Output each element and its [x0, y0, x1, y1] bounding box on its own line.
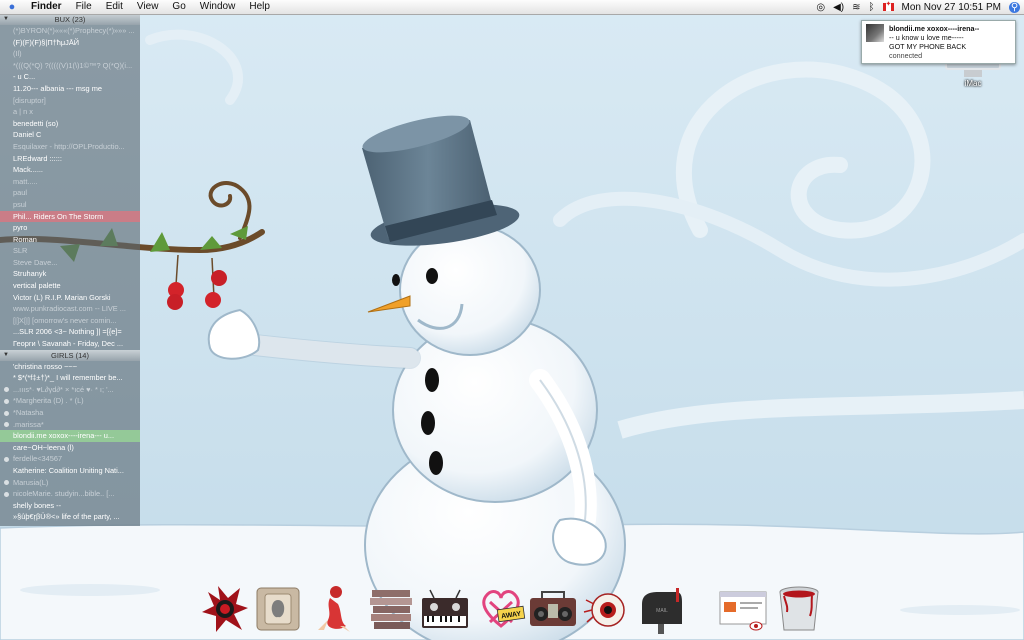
- buddy-list-item[interactable]: Struhanyk: [0, 268, 140, 280]
- buddy-list-item[interactable]: Esquilaxer - http://OPLProductio...: [0, 141, 140, 153]
- buddy-list-item[interactable]: (Il): [0, 48, 140, 60]
- buddy-list-item[interactable]: Katherine: Coalition Uniting Nati...: [0, 465, 140, 477]
- menubar-clock[interactable]: Mon Nov 27 10:51 PM: [902, 2, 1002, 13]
- notification-line-3: GOT MY PHONE BACK: [889, 42, 967, 51]
- menu-edit[interactable]: Edit: [99, 0, 130, 14]
- buddy-list-item[interactable]: 11.20--- albania --- msg me: [0, 83, 140, 95]
- disclosure-triangle-icon[interactable]: ▼: [3, 350, 9, 361]
- buddy-list-item[interactable]: psul: [0, 199, 140, 211]
- buddy-avatar: [866, 24, 884, 42]
- buddy-list-window: ▼ BUX (23) (*)BYRON(*)«««(*)Prophecy(*)»…: [0, 14, 140, 526]
- menu-app-finder[interactable]: Finder: [24, 0, 69, 14]
- trash-can-icon[interactable]: [774, 582, 824, 634]
- spotlight-search-icon[interactable]: ⚲: [1009, 1, 1020, 13]
- buddy-group-header[interactable]: ▼ GIRLS (14): [0, 349, 140, 361]
- mailbox-label: MAIL: [656, 608, 668, 614]
- buddy-list-item[interactable]: .marissa*: [0, 419, 140, 431]
- buddy-list-item[interactable]: Георги \ Savanah - Friday, Dec ...: [0, 338, 140, 350]
- buddy-list-item[interactable]: a | n x: [0, 106, 140, 118]
- pinup-girl-icon[interactable]: [310, 582, 360, 634]
- apple-icon[interactable]: ●: [0, 1, 24, 13]
- menu-help[interactable]: Help: [242, 0, 277, 14]
- apple-light-switch-icon[interactable]: [253, 582, 303, 634]
- red-splatter-app-icon[interactable]: [200, 582, 250, 634]
- buddy-list-item[interactable]: Marusia(L): [0, 477, 140, 489]
- imac-stand: [964, 70, 982, 77]
- mailbox-icon[interactable]: MAIL: [636, 582, 686, 634]
- buddy-list-item[interactable]: ferdelle<34567: [0, 453, 140, 465]
- notification-bubble[interactable]: blondii.me xoxox----irena-- -- u know u …: [861, 20, 1016, 64]
- buddy-list-item[interactable]: * $*(*f‡±†)*_ I will remember be...: [0, 372, 140, 384]
- buddy-list-item[interactable]: paul: [0, 187, 140, 199]
- buddy-list-item[interactable]: [disruptor]: [0, 95, 140, 107]
- buddy-group-title: GIRLS (14): [51, 350, 89, 360]
- notification-status: connected: [889, 51, 923, 60]
- buddy-list-item[interactable]: ...SLR 2006 <3~ Nothing ]| =[{e]=: [0, 326, 140, 338]
- disclosure-triangle-icon[interactable]: ▼: [3, 14, 9, 25]
- desktop-wallpaper: [0, 0, 1024, 640]
- bluetooth-icon[interactable]: ᛒ: [869, 2, 875, 13]
- buddy-list-item[interactable]: shelly bones --: [0, 500, 140, 512]
- buddy-list-item[interactable]: - u C...: [0, 71, 140, 83]
- notification-line-1: blondii.me xoxox----irena--: [889, 24, 980, 33]
- buddy-list-item[interactable]: www.punkradiocast.com -- LIVE ...: [0, 303, 140, 315]
- buddy-list-item[interactable]: Steve Dave...: [0, 257, 140, 269]
- buddy-list-item[interactable]: ...ıııs*· ♥L∂γd∂* × *ıcé ♥· * ı; '...: [0, 384, 140, 396]
- buddy-list-item[interactable]: pyro: [0, 222, 140, 234]
- boombox-icon[interactable]: [528, 582, 578, 634]
- buddy-list-item[interactable]: (F)(F)(F)§|Π†ħμJĀЙ: [0, 37, 140, 49]
- browser-window-icon[interactable]: [718, 582, 768, 634]
- buddy-group-list: 'christina rosso ~~~ * $*(*f‡±†)*_ I will…: [0, 361, 140, 523]
- buddy-list-item[interactable]: Roman: [0, 234, 140, 246]
- menu-go[interactable]: Go: [165, 0, 192, 14]
- buddy-list-item[interactable]: SLR: [0, 245, 140, 257]
- menu-file[interactable]: File: [69, 0, 99, 14]
- mirror-icon[interactable]: ◎: [816, 2, 825, 13]
- canada-flag-icon[interactable]: [882, 0, 894, 11]
- notification-line-2: -- u know u love me-----: [889, 33, 964, 42]
- volume-icon[interactable]: ◀): [833, 2, 844, 13]
- buddy-list-item[interactable]: *Natasha: [0, 407, 140, 419]
- buddy-list-item[interactable]: (*)BYRON(*)«««(*)Prophecy(*)»»» ...: [0, 25, 140, 37]
- menu-bar: ● Finder File Edit View Go Window Help ◎…: [0, 0, 1024, 15]
- buddy-list-item[interactable]: matt.....: [0, 176, 140, 188]
- buddy-list-item[interactable]: nicoleMarie. studyin...bible.. [...: [0, 488, 140, 500]
- eyeball-icon[interactable]: [582, 582, 632, 634]
- buddy-group-header[interactable]: ▼ BUX (23): [0, 14, 140, 25]
- buddy-list-item[interactable]: Phil... Riders On The Storm: [0, 210, 140, 223]
- buddy-list-item[interactable]: 'christina rosso ~~~: [0, 361, 140, 373]
- buddy-list-item[interactable]: Victor (L) R.I.P. Marian Gorski: [0, 292, 140, 304]
- menu-view[interactable]: View: [130, 0, 166, 14]
- menu-window[interactable]: Window: [193, 0, 243, 14]
- buddy-list-item[interactable]: blondii.me xoxox----irena--- u...: [0, 430, 140, 442]
- buddy-list-item[interactable]: [|]X[|] [omorrow's never comin...: [0, 315, 140, 327]
- dock: AWAY MAIL: [198, 578, 828, 640]
- buddy-group-list: (*)BYRON(*)«««(*)Prophecy(*)»»» ... (F)(F…: [0, 25, 140, 350]
- menu-extras: ◎ ◀) ≋ ᛒ Mon Nov 27 10:51 PM ⚲: [816, 0, 1024, 14]
- buddy-list-item[interactable]: Mack......: [0, 164, 140, 176]
- buddy-list-item[interactable]: vertical palette: [0, 280, 140, 292]
- buddy-group-title: BUX (23): [54, 15, 86, 24]
- desktop-icon-label: iMac: [964, 79, 982, 88]
- buddy-list-item[interactable]: Daniel C: [0, 129, 140, 141]
- buddy-list-item[interactable]: benedetti (so): [0, 118, 140, 130]
- buddy-list-item[interactable]: LREdward ::::::: [0, 153, 140, 165]
- buddy-list-item[interactable]: »§ûþ€ŗβÜ®<» life of the party, ...: [0, 511, 140, 523]
- synthesizer-icon[interactable]: [420, 582, 470, 634]
- wifi-icon[interactable]: ≋: [852, 2, 860, 13]
- buddy-list-item[interactable]: *Margherita (D) . * (L): [0, 395, 140, 407]
- stacked-books-icon[interactable]: [366, 582, 416, 634]
- heartagram-away-icon[interactable]: AWAY: [476, 582, 526, 634]
- buddy-list-item[interactable]: *(((Q(*Q) ?(((((V)1(\)1©™? Q(*Q)(i...: [0, 60, 140, 72]
- buddy-list-item[interactable]: care~OH~leena (l): [0, 442, 140, 454]
